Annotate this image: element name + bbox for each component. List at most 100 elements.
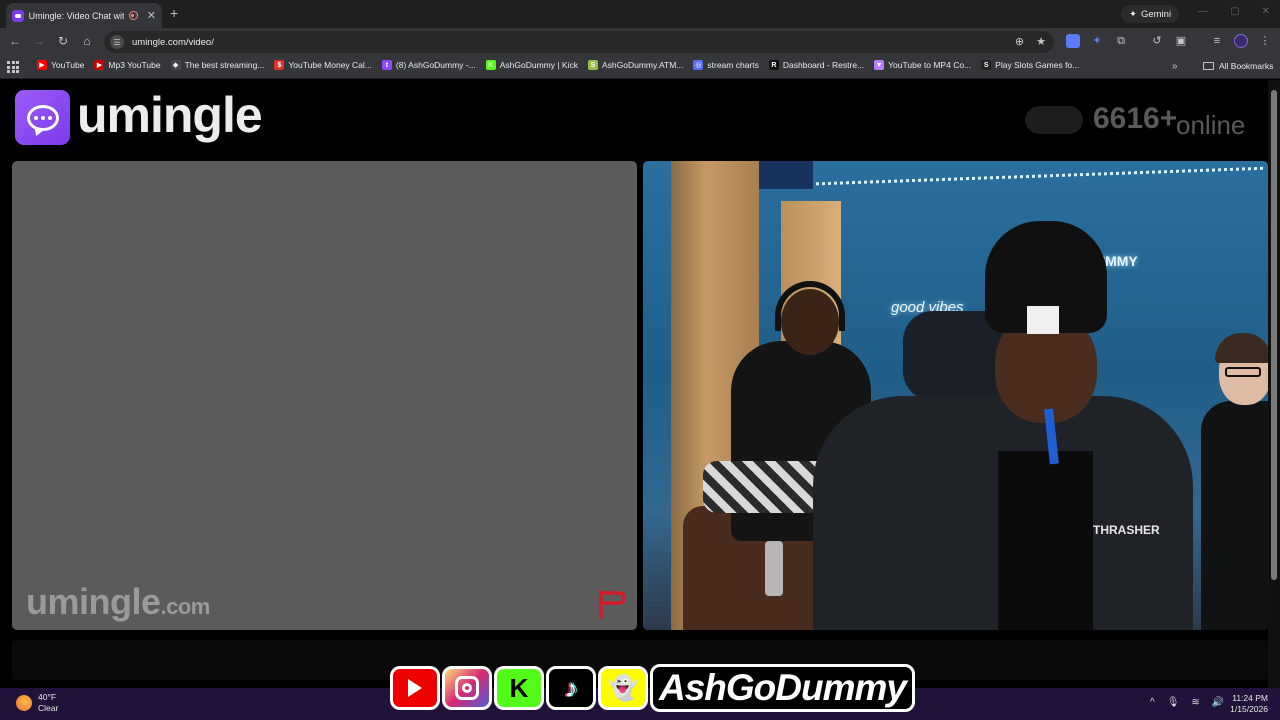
bookmark-favicon-icon: ▼	[874, 60, 885, 70]
all-bookmarks-label: All Bookmarks	[1219, 61, 1274, 71]
bookmark-favicon-icon: $	[274, 60, 285, 70]
bookmark-item[interactable]: S AshGoDummy.ATM...	[587, 60, 684, 70]
sparkle-icon: ✦	[1129, 8, 1137, 20]
clock[interactable]: 11:24 PM 1/15/2026	[1222, 693, 1268, 715]
clock-date: 1/15/2026	[1230, 704, 1268, 714]
bookmark-item[interactable]: ◆ The best streaming...	[170, 60, 264, 70]
youtube-icon	[390, 666, 440, 710]
bookmark-favicon-icon: S	[587, 60, 598, 70]
bookmark-item[interactable]: ▶ YouTube	[37, 60, 84, 70]
tab-search-icon[interactable]: ▣	[1174, 34, 1188, 48]
bookmark-item[interactable]: K AshGoDummy | Kick	[485, 60, 578, 70]
bookmark-favicon-icon: K	[485, 60, 496, 70]
bookmark-label: YouTube Money Cal...	[288, 60, 372, 70]
bookmark-label: Mp3 YouTube	[108, 60, 161, 70]
recording-icon	[128, 11, 138, 20]
profile-avatar[interactable]	[1234, 34, 1248, 48]
tab-strip: Umingle: Video Chat with S ✕ + ✦ Gemini …	[0, 0, 1280, 28]
bookmark-item[interactable]: t (8) AshGoDummy -...	[381, 60, 476, 70]
bookmark-label: YouTube to MP4 Co...	[888, 60, 972, 70]
address-bar[interactable]: ☰ umingle.com/video/ ⊕ ★	[104, 31, 1054, 53]
clock-time: 11:24 PM	[1232, 693, 1268, 703]
streamer-handle: AshGoDummy	[650, 664, 915, 712]
apps-grid-icon[interactable]	[7, 61, 19, 73]
bookmark-label: AshGoDummy | Kick	[499, 60, 578, 70]
bookmark-favicon-icon: S	[981, 60, 992, 70]
water-bottle	[765, 541, 783, 596]
bookmark-star-icon[interactable]: ★	[1036, 35, 1046, 48]
bookmark-label: (8) AshGoDummy -...	[395, 60, 476, 70]
reload-icon[interactable]: ↻	[55, 34, 71, 48]
bookmarks-list: ▶ YouTube ▶ Mp3 YouTube ◆ The best streaming.…	[37, 60, 1079, 70]
microphone-icon[interactable]: 🎙	[1167, 697, 1180, 708]
person-right-body	[1201, 401, 1268, 630]
site-logo-text[interactable]: umingle	[77, 86, 263, 144]
umingle-logo-icon[interactable]	[15, 90, 70, 145]
bookmark-favicon-icon: R	[768, 60, 779, 70]
zoom-icon[interactable]: ⊕	[1015, 35, 1024, 48]
bookmark-item[interactable]: ▶ Mp3 YouTube	[94, 60, 161, 70]
bookmark-label: YouTube	[51, 60, 85, 70]
url-text[interactable]: umingle.com/video/	[132, 37, 214, 48]
maximize-icon[interactable]: ▢	[1230, 6, 1239, 17]
temperature: 40°F	[38, 692, 57, 702]
bookmark-favicon-icon: t	[381, 60, 392, 70]
system-tray: ^ 🎙 ≋ 🔊	[1150, 697, 1224, 708]
more-bookmarks-icon[interactable]: »	[1172, 61, 1178, 72]
extension-icon[interactable]	[1066, 34, 1080, 48]
bookmark-label: stream charts	[707, 60, 759, 70]
site-info-icon[interactable]: ☰	[110, 35, 124, 49]
media-queue-icon[interactable]: ≡	[1210, 34, 1224, 48]
scrollbar-thumb[interactable]	[1271, 90, 1277, 580]
glasses	[1225, 367, 1261, 377]
bookmark-item[interactable]: ◎ stream charts	[693, 60, 759, 70]
menu-kebab-icon[interactable]: ⋮	[1258, 34, 1272, 48]
wifi-icon[interactable]: ≋	[1191, 697, 1199, 708]
bookmark-favicon-icon: ◆	[170, 60, 181, 70]
page-scrollbar[interactable]	[1268, 80, 1280, 688]
weather-widget[interactable]: 40°F Clear	[16, 692, 58, 714]
new-tab-button[interactable]: +	[170, 5, 178, 21]
history-icon[interactable]: ↺	[1150, 34, 1164, 48]
beanie-patch	[1027, 306, 1059, 334]
extensions-area: ✦ ⧉ ↺ ▣ ≡ ⋮	[1066, 34, 1272, 48]
bookmark-label: Dashboard - Restre...	[782, 60, 865, 70]
report-flag-icon[interactable]	[595, 588, 627, 620]
bookmark-item[interactable]: S Play Slots Games fo...	[981, 60, 1079, 70]
bookmark-item[interactable]: R Dashboard - Restre...	[768, 60, 865, 70]
self-video-panel: good vibes UMMY THRASHER	[643, 161, 1268, 630]
home-icon[interactable]: ⌂	[79, 34, 95, 48]
bookmark-favicon-icon: ◎	[693, 60, 704, 70]
tray-chevron-icon[interactable]: ^	[1150, 697, 1155, 708]
tiktok-icon: ♪	[546, 666, 596, 710]
snapchat-icon: 👻	[598, 666, 648, 710]
umingle-page: umingle 6616+ online umingle.com good vi…	[0, 80, 1268, 688]
gemini-label: Gemini	[1140, 8, 1172, 20]
online-label: online	[1176, 110, 1246, 140]
back-icon[interactable]: ←	[7, 34, 23, 48]
forward-icon[interactable]: →	[31, 34, 47, 48]
close-window-icon[interactable]: ✕	[1262, 6, 1270, 17]
streamer-shirt	[998, 451, 1093, 630]
folder-icon	[1203, 62, 1214, 70]
close-tab-icon[interactable]: ✕	[147, 9, 156, 22]
browser-tab[interactable]: Umingle: Video Chat with S ✕	[6, 3, 162, 28]
bookmark-item[interactable]: $ YouTube Money Cal...	[274, 60, 372, 70]
extensions-puzzle-icon[interactable]: ⧉	[1114, 34, 1128, 48]
tab-title: Umingle: Video Chat with S	[28, 10, 124, 21]
all-bookmarks-button[interactable]: All Bookmarks	[1203, 61, 1273, 71]
bookmark-favicon-icon: ▶	[37, 60, 47, 70]
umingle-watermark: umingle.com	[26, 581, 210, 622]
umingle-favicon-icon	[12, 9, 24, 22]
online-count: 6616+	[1093, 102, 1178, 135]
gemini-button[interactable]: ✦ Gemini	[1121, 5, 1180, 23]
bookmark-label: AshGoDummy.ATM...	[601, 60, 684, 70]
bookmark-item[interactable]: ▼ YouTube to MP4 Co...	[874, 60, 971, 70]
bookmarks-bar: ▶ YouTube ▶ Mp3 YouTube ◆ The best streaming.…	[0, 56, 1280, 79]
instagram-icon	[442, 666, 492, 710]
theme-toggle[interactable]	[1025, 106, 1083, 134]
window-controls: — ▢ ✕	[1198, 6, 1270, 17]
extension-star-icon[interactable]: ✦	[1090, 34, 1104, 48]
minimize-icon[interactable]: —	[1198, 6, 1208, 17]
moon-weather-icon	[16, 695, 32, 711]
